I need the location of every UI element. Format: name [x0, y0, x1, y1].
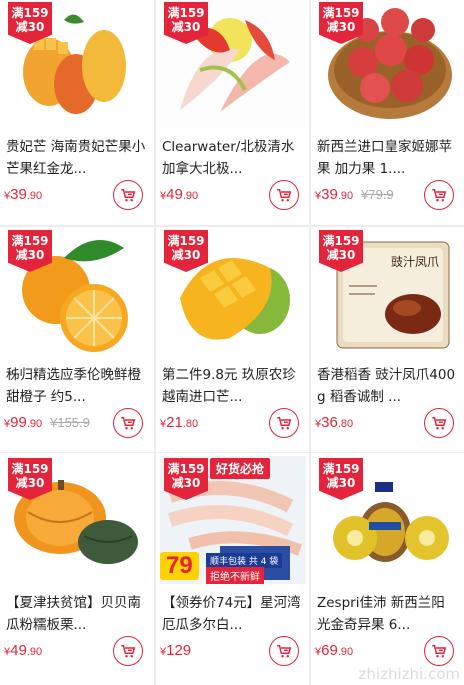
price-row: ¥39.90 ¥79.9 [315, 184, 394, 204]
price: ¥36.80 [315, 414, 354, 431]
product-card[interactable]: 满159 减30 秭归精选应季伦晚鲜橙 甜橙子 约5... ¥99.90 ¥155… [0, 228, 153, 452]
price: ¥21.80 [160, 414, 199, 431]
price-row: ¥21.80 [160, 412, 206, 432]
promo-badge: 满159 减30 [164, 2, 208, 44]
cart-icon [277, 417, 292, 430]
product-title[interactable]: 第二件9.8元 玖原农珍 越南进口芒... [162, 364, 302, 408]
add-to-cart-button[interactable] [424, 180, 454, 210]
price: ¥99.90 [4, 414, 43, 431]
cart-icon [432, 645, 447, 658]
add-to-cart-button[interactable] [424, 408, 454, 438]
original-price: ¥155.9 [50, 415, 90, 430]
product-title[interactable]: 【夏津扶贫馆】贝贝南瓜粉糯板栗... [6, 592, 146, 636]
promo-badge: 满159 减30 [164, 230, 208, 272]
cart-icon [121, 417, 136, 430]
promo-badge: 满159 减30 [319, 458, 363, 500]
price: ¥49.90 [160, 186, 199, 203]
price: ¥39.90 [315, 186, 354, 203]
add-to-cart-button[interactable] [269, 636, 299, 666]
promo-badge: 满159 减30 [164, 458, 208, 500]
add-to-cart-button[interactable] [424, 636, 454, 666]
promo-badge: 满159 减30 [319, 230, 363, 272]
coupon-price: 79 [160, 552, 199, 580]
cart-icon [432, 189, 447, 202]
add-to-cart-button[interactable] [269, 408, 299, 438]
product-grid: 满159 减30 贵妃芒 海南贵妃芒果小芒果红金龙... ¥39.90 满159… [0, 0, 464, 685]
add-to-cart-button[interactable] [269, 180, 299, 210]
product-card[interactable]: 满159 减30 好货必抢 79 顺丰包装 共 4 袋 拒绝不新鲜 【领券价74… [156, 456, 309, 680]
price: ¥129 [160, 642, 192, 659]
product-card[interactable]: 满159 减30 Zespri佳沛 新西兰阳光金奇异果 6... ¥69.90 [311, 456, 464, 680]
cart-icon [277, 645, 292, 658]
price-row: ¥99.90 ¥155.9 [4, 412, 90, 432]
watermark: zhizhizhi.com [358, 665, 460, 683]
promo-badge: 满159 减30 [319, 2, 363, 44]
cart-icon [432, 417, 447, 430]
hot-deal-banner: 好货必抢 [210, 458, 271, 479]
price-row: ¥39.90 [4, 184, 50, 204]
row-divider [0, 225, 464, 227]
price-row: ¥129 [160, 640, 199, 660]
product-title[interactable]: Zespri佳沛 新西兰阳光金奇异果 6... [317, 592, 457, 636]
cart-icon [121, 189, 136, 202]
product-card[interactable]: 满159 减30 贵妃芒 海南贵妃芒果小芒果红金龙... ¥39.90 [0, 0, 153, 224]
add-to-cart-button[interactable] [113, 636, 143, 666]
add-to-cart-button[interactable] [113, 408, 143, 438]
box-label: 豉汁凤爪 [391, 255, 439, 269]
price-row: ¥49.90 [160, 184, 206, 204]
price: ¥49.90 [4, 642, 43, 659]
add-to-cart-button[interactable] [113, 180, 143, 210]
product-card[interactable]: 满159 减30 新西兰进口皇家姬娜苹果 加力果 1.... ¥39.90 ¥79… [311, 0, 464, 224]
coupon-tag: 顺丰包装 共 4 袋 [206, 553, 283, 568]
coupon-tag: 拒绝不新鲜 [206, 567, 264, 584]
product-title[interactable]: 秭归精选应季伦晚鲜橙 甜橙子 约5... [6, 364, 146, 408]
price-row: ¥49.90 [4, 640, 50, 660]
product-title[interactable]: 贵妃芒 海南贵妃芒果小芒果红金龙... [6, 136, 146, 180]
promo-badge: 满159 减30 [8, 458, 52, 500]
product-card[interactable]: 满159 减30 第二件9.8元 玖原农珍 越南进口芒... ¥21.80 [156, 228, 309, 452]
product-title[interactable]: Clearwater/北极清水加拿大北极... [162, 136, 302, 180]
product-card[interactable]: 豉汁凤爪 满159 减30 香港稻香 豉汁凤爪400g 稻香诚制 ... ¥36… [311, 228, 464, 452]
product-card[interactable]: 满159 减30 Clearwater/北极清水加拿大北极... ¥49.90 [156, 0, 309, 224]
cart-icon [277, 189, 292, 202]
price: ¥39.90 [4, 186, 43, 203]
product-card[interactable]: 满159 减30 【夏津扶贫馆】贝贝南瓜粉糯板栗... ¥49.90 [0, 456, 153, 680]
product-title[interactable]: 新西兰进口皇家姬娜苹果 加力果 1.... [317, 136, 457, 180]
cart-icon [121, 645, 136, 658]
promo-badge: 满159 减30 [8, 230, 52, 272]
price: ¥69.90 [315, 642, 354, 659]
promo-badge: 满159 减30 [8, 2, 52, 44]
original-price: ¥79.9 [361, 187, 394, 202]
price-row: ¥69.90 [315, 640, 361, 660]
product-title[interactable]: 【领券价74元】星河湾厄瓜多尔白... [162, 592, 302, 636]
product-title[interactable]: 香港稻香 豉汁凤爪400g 稻香诚制 ... [317, 364, 457, 408]
price-row: ¥36.80 [315, 412, 361, 432]
